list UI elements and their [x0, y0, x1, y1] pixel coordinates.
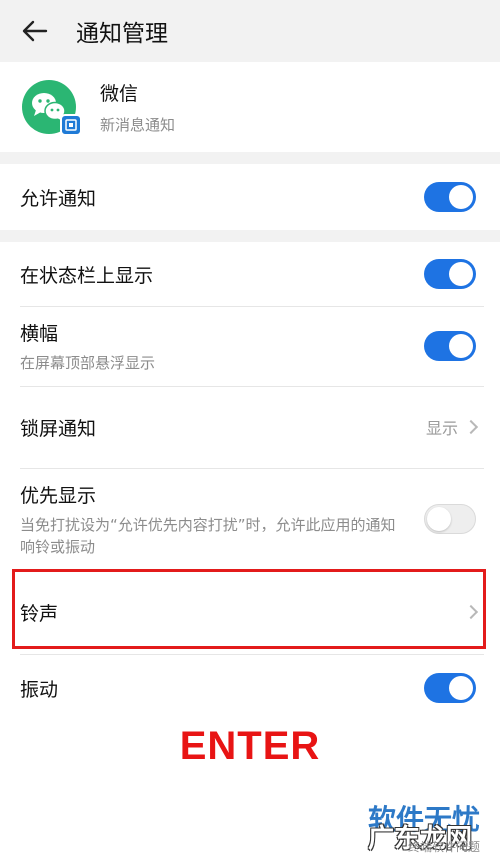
allow-notifications-switch[interactable]: [424, 182, 476, 212]
banner-switch[interactable]: [424, 331, 476, 361]
app-clone-badge-icon: [60, 114, 82, 136]
statusbar-row[interactable]: 在状态栏上显示: [0, 242, 500, 306]
watermark-small: 终端软件问题: [407, 840, 480, 854]
statusbar-label: 在状态栏上显示: [20, 264, 154, 287]
lockscreen-value: 显示: [425, 419, 458, 438]
vibrate-row[interactable]: 振动: [0, 654, 500, 722]
wechat-app-icon: [22, 80, 82, 136]
chevron-right-icon: [463, 604, 479, 620]
lockscreen-row[interactable]: 锁屏通知 显示: [0, 386, 500, 468]
banner-description: 在屏幕顶部悬浮显示: [20, 353, 156, 372]
allow-notifications-row[interactable]: 允许通知: [0, 164, 500, 230]
page-title: 通知管理: [76, 21, 168, 47]
app-subtitle: 新消息通知: [100, 116, 176, 134]
lockscreen-label: 锁屏通知: [20, 417, 97, 440]
priority-row[interactable]: 优先显示 当免打扰设为“允许优先内容打扰”时，允许此应用的通知响铃或振动: [0, 468, 500, 570]
app-info-card: 微信 新消息通知: [0, 62, 500, 152]
chevron-right-icon: [463, 419, 479, 435]
app-name: 微信: [100, 83, 139, 105]
banner-row[interactable]: 横幅 在屏幕顶部悬浮显示: [0, 306, 500, 386]
statusbar-switch[interactable]: [424, 259, 476, 289]
allow-notifications-section: 允许通知: [0, 164, 500, 230]
banner-label: 横幅: [20, 322, 59, 345]
allow-notifications-label: 允许通知: [20, 187, 97, 210]
enter-caption: ENTER: [179, 724, 321, 768]
priority-description: 当免打扰设为“允许优先内容打扰”时，允许此应用的通知响铃或振动: [20, 515, 396, 556]
back-arrow-icon[interactable]: [20, 16, 50, 46]
priority-label: 优先显示: [20, 484, 97, 507]
ringtone-row[interactable]: 铃声: [0, 570, 500, 654]
vibrate-switch[interactable]: [424, 673, 476, 703]
header: 通知管理: [0, 0, 500, 62]
ringtone-label: 铃声: [20, 602, 59, 625]
vibrate-label: 振动: [20, 678, 59, 701]
priority-switch[interactable]: [424, 504, 476, 534]
